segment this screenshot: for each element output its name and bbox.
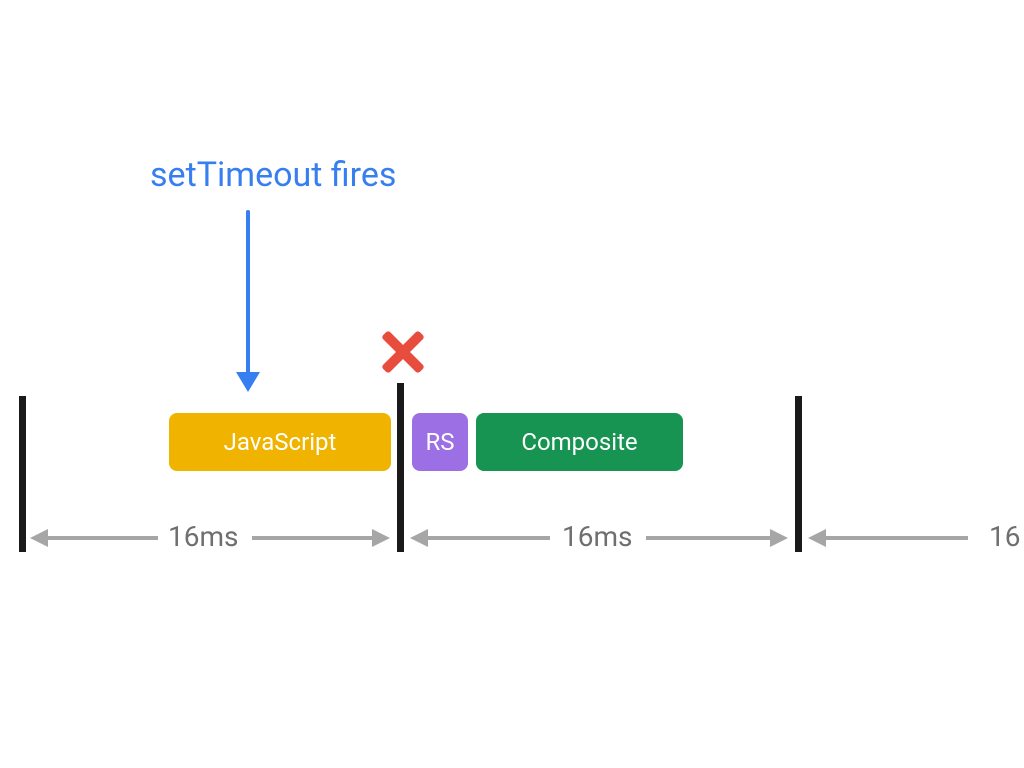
x-mark-icon <box>376 328 424 376</box>
timeline-diagram: setTimeout fires JavaScript RS Composite… <box>0 0 1024 768</box>
phase-composite: Composite <box>476 413 683 471</box>
arrow-down-icon <box>245 210 251 390</box>
interval-2-right-arrow-icon <box>646 534 788 542</box>
interval-3-label: 16 <box>989 520 1020 553</box>
interval-3-left-arrow-icon <box>808 534 968 542</box>
phase-rs: RS <box>412 413 468 471</box>
interval-1-label: 16ms <box>168 520 238 553</box>
interval-2-left-arrow-icon <box>410 534 550 542</box>
frame-tick-0 <box>19 396 26 552</box>
phase-javascript: JavaScript <box>169 413 391 471</box>
title-label: setTimeout fires <box>150 155 396 195</box>
frame-tick-1 <box>397 383 404 552</box>
frame-tick-2 <box>795 396 802 552</box>
interval-1-right-arrow-icon <box>252 534 390 542</box>
interval-1-left-arrow-icon <box>30 534 158 542</box>
interval-2-label: 16ms <box>562 520 632 553</box>
